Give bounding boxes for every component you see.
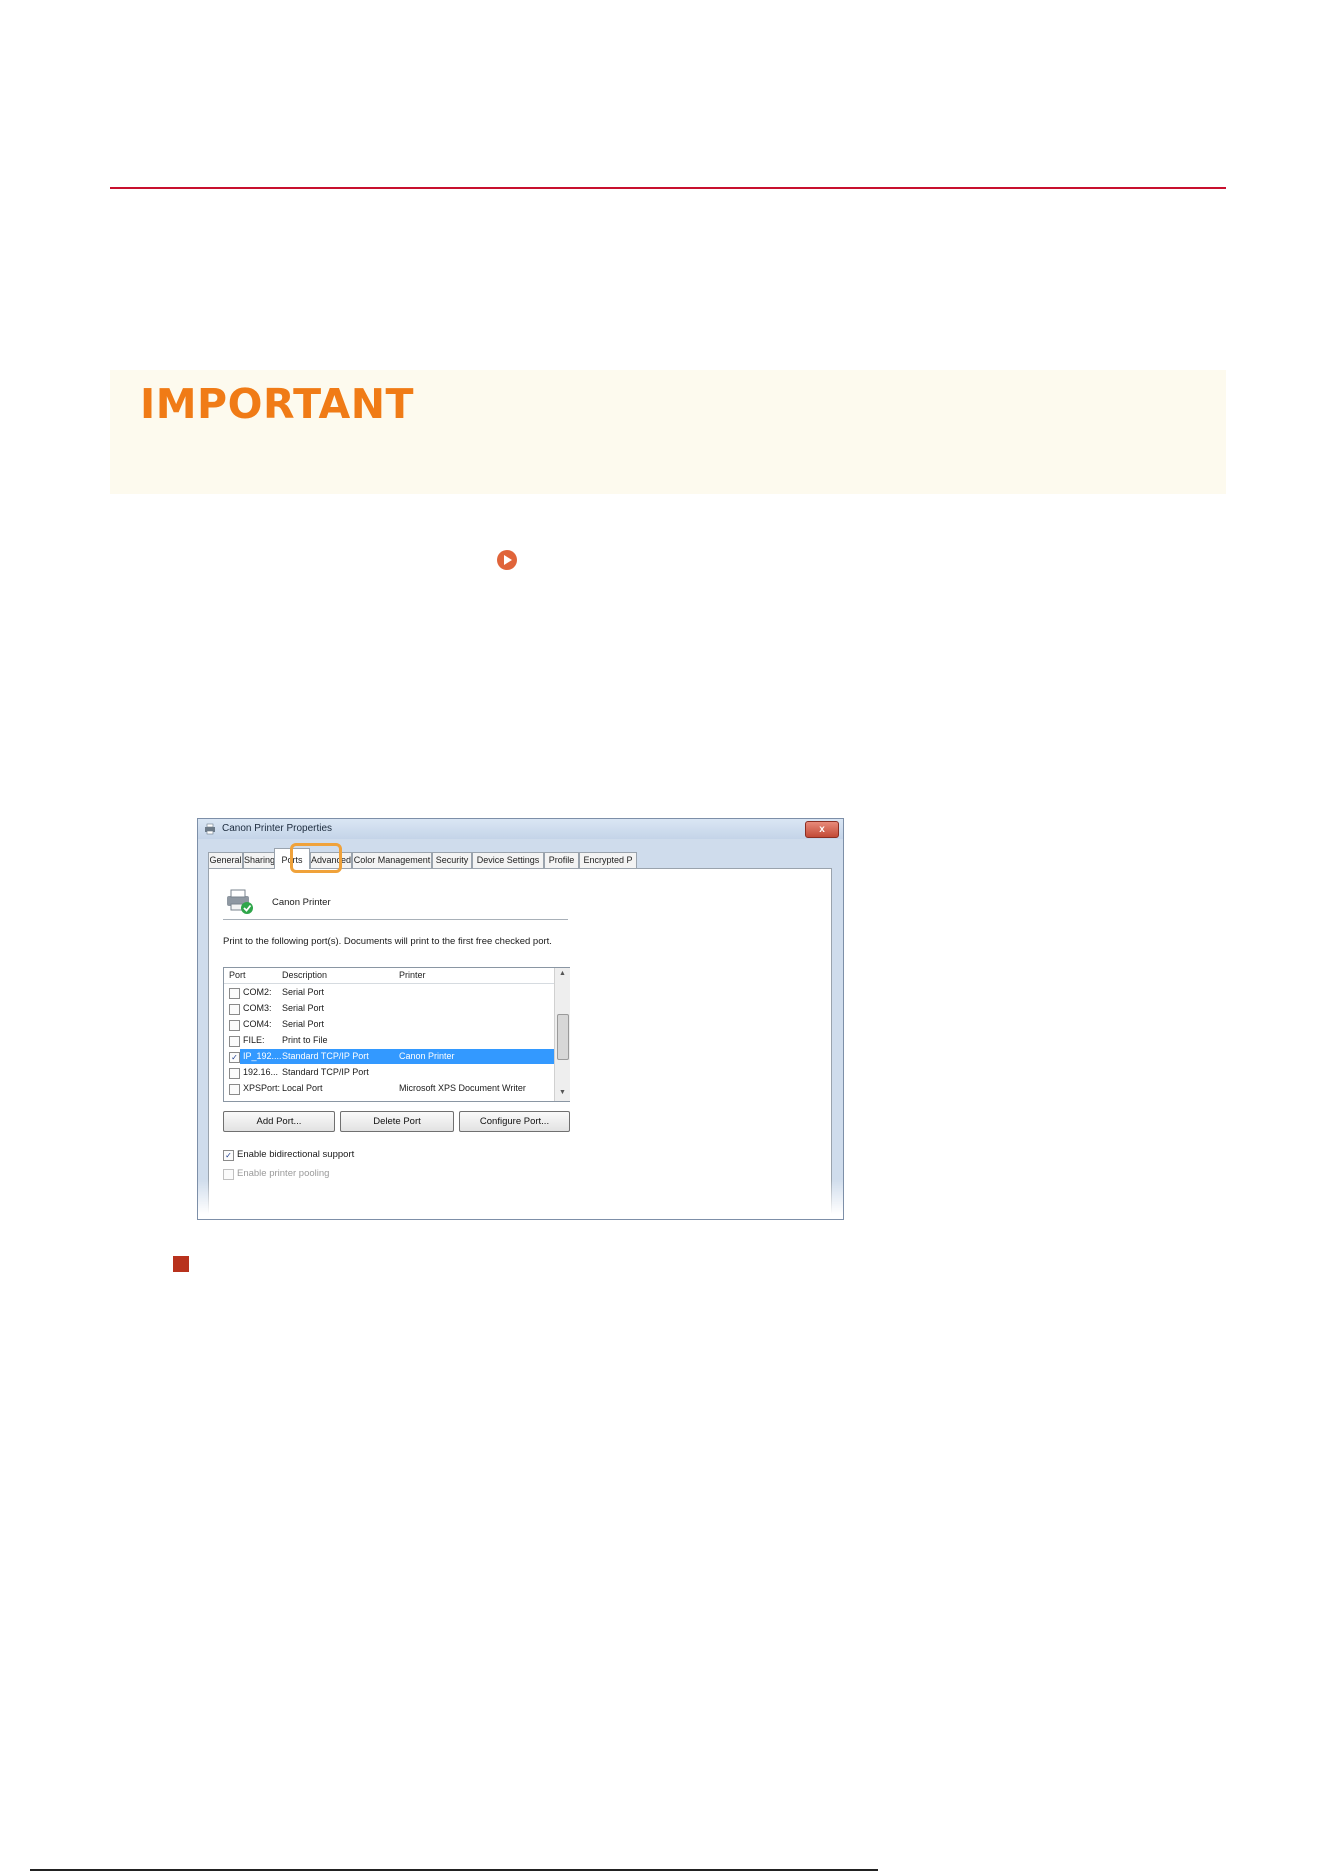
printer-icon xyxy=(227,889,253,914)
port-name: COM3: xyxy=(243,1003,272,1013)
dialog-title: Canon Printer Properties xyxy=(222,823,333,834)
tab-profile[interactable]: Profile xyxy=(544,852,579,868)
port-name: XPSPort: xyxy=(243,1083,281,1093)
header-rule xyxy=(110,187,1226,189)
tab-device-settings[interactable]: Device Settings xyxy=(472,852,544,868)
bidirectional-label: Enable bidirectional support xyxy=(237,1149,355,1160)
port-checkbox[interactable] xyxy=(229,988,240,999)
port-row[interactable]: COM2: Serial Port xyxy=(224,985,554,1000)
port-name: COM4: xyxy=(243,1019,272,1029)
port-row[interactable]: FILE: Print to File xyxy=(224,1033,554,1048)
bidirectional-checkbox[interactable]: ✓ xyxy=(223,1150,234,1161)
port-list-header: Port Description Printer xyxy=(224,968,554,984)
pooling-label: Enable printer pooling xyxy=(237,1168,330,1179)
bullet-square xyxy=(173,1256,189,1272)
tab-security[interactable]: Security xyxy=(432,852,472,868)
link-arrow-icon[interactable] xyxy=(496,549,518,571)
port-name: 192.16... xyxy=(243,1067,279,1077)
port-description: Serial Port xyxy=(282,1019,325,1029)
scroll-thumb[interactable] xyxy=(557,1014,569,1060)
add-port-button[interactable]: Add Port... xyxy=(223,1111,335,1132)
ports-tab-highlight xyxy=(290,843,342,873)
printer-name: Canon Printer xyxy=(272,897,331,908)
port-row-selected[interactable]: ✓ IP_192.... Standard TCP/IP Port Canon … xyxy=(224,1049,554,1064)
port-description: Print to File xyxy=(282,1035,328,1045)
port-name: FILE: xyxy=(243,1035,265,1045)
port-description: Serial Port xyxy=(282,1003,325,1013)
port-printer: Microsoft XPS Document Writer xyxy=(399,1083,526,1093)
screenshot-fade xyxy=(198,1179,843,1219)
port-row[interactable]: XPSPort: Local Port Microsoft XPS Docume… xyxy=(224,1081,554,1096)
port-list[interactable]: Port Description Printer COM2: Serial Po… xyxy=(223,967,570,1102)
port-name: IP_192.... xyxy=(243,1051,282,1061)
port-checkbox[interactable] xyxy=(229,1036,240,1047)
column-port[interactable]: Port xyxy=(229,970,246,980)
list-scrollbar[interactable]: ▲ ▼ xyxy=(554,968,570,1101)
port-row[interactable]: COM4: Serial Port xyxy=(224,1017,554,1032)
important-heading: IMPORTANT xyxy=(140,380,414,428)
tab-color-management[interactable]: Color Management xyxy=(352,852,432,868)
port-checkbox[interactable] xyxy=(229,1068,240,1079)
port-printer: Canon Printer xyxy=(399,1051,455,1061)
port-description: Local Port xyxy=(282,1083,323,1093)
port-checkbox[interactable]: ✓ xyxy=(229,1052,240,1063)
configure-port-button[interactable]: Configure Port... xyxy=(459,1111,570,1132)
tab-encrypted-printing[interactable]: Encrypted P xyxy=(579,852,637,868)
tab-sharing[interactable]: Sharing xyxy=(243,852,275,868)
port-name: COM2: xyxy=(243,987,272,997)
close-button[interactable]: x xyxy=(805,821,839,838)
port-checkbox[interactable] xyxy=(229,1020,240,1031)
printer-properties-dialog: Canon Printer Properties x General Shari… xyxy=(197,818,844,1220)
footer-rule xyxy=(30,1869,878,1871)
scroll-down-icon[interactable]: ▼ xyxy=(558,1089,567,1096)
port-description: Serial Port xyxy=(282,987,325,997)
separator xyxy=(223,919,568,920)
delete-port-button[interactable]: Delete Port xyxy=(340,1111,454,1132)
column-description[interactable]: Description xyxy=(282,970,327,980)
port-checkbox[interactable] xyxy=(229,1004,240,1015)
port-row[interactable]: 192.16... Standard TCP/IP Port xyxy=(224,1065,554,1080)
port-checkbox[interactable] xyxy=(229,1084,240,1095)
port-description: Standard TCP/IP Port xyxy=(282,1051,369,1061)
port-instructions: Print to the following port(s). Document… xyxy=(223,936,552,947)
tab-general[interactable]: General xyxy=(208,852,243,868)
port-row[interactable]: COM3: Serial Port xyxy=(224,1001,554,1016)
port-description: Standard TCP/IP Port xyxy=(282,1067,369,1077)
column-printer[interactable]: Printer xyxy=(399,970,426,980)
printer-small-icon xyxy=(205,823,215,835)
scroll-up-icon[interactable]: ▲ xyxy=(558,970,567,977)
